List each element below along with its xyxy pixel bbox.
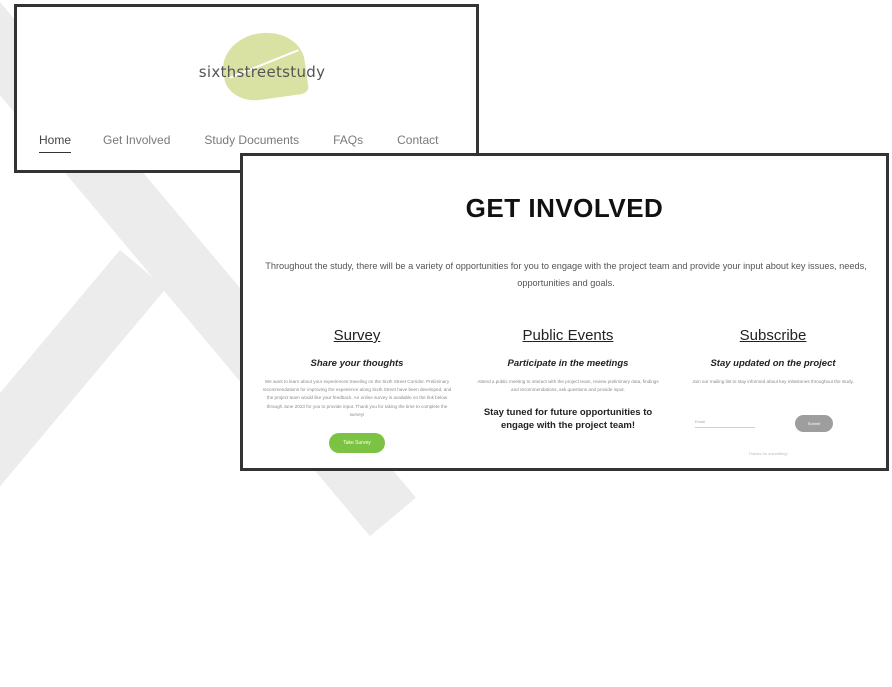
logo-text: sixthstreetstudy xyxy=(198,63,326,81)
get-involved-window: GET INVOLVED Throughout the study, there… xyxy=(240,153,889,471)
subscribe-description: Join our mailing list to stay informed a… xyxy=(692,379,854,384)
public-events-subtitle: Participate in the meetings xyxy=(507,358,629,369)
stay-tuned-message: Stay tuned for future opportunities to e… xyxy=(483,407,653,432)
survey-subtitle: Share your thoughts xyxy=(310,358,404,369)
nav-study-documents[interactable]: Study Documents xyxy=(204,133,299,151)
public-events-column: Public Events Participate in the meeting… xyxy=(468,327,668,432)
survey-column: Survey Share your thoughts We want to le… xyxy=(257,327,457,454)
subscribe-column: Subscribe Stay updated on the project Jo… xyxy=(673,327,873,467)
survey-heading-link[interactable]: Survey xyxy=(257,327,457,344)
submit-button[interactable]: Submit xyxy=(795,415,833,432)
nav-faqs[interactable]: FAQs xyxy=(333,133,363,151)
background-stripe xyxy=(0,250,166,687)
email-input[interactable]: Email xyxy=(695,419,755,428)
public-events-description: Attend a public meeting to interact with… xyxy=(477,379,659,393)
nav-get-involved[interactable]: Get Involved xyxy=(103,133,170,151)
page-title: GET INVOLVED xyxy=(465,193,664,223)
subscribe-heading-link[interactable]: Subscribe xyxy=(673,327,873,344)
submit-confirmation-note: Thanks for submitting! xyxy=(748,451,788,456)
nav-home[interactable]: Home xyxy=(39,133,72,153)
survey-description: We want to learn about your experiences … xyxy=(262,379,452,417)
take-survey-button[interactable]: Take Survey xyxy=(329,433,385,454)
site-header-window: sixthstreetstudy Home Get Involved Study… xyxy=(14,4,479,173)
site-logo[interactable]: sixthstreetstudy xyxy=(187,27,337,105)
main-navigation: Home Get Involved Study Documents FAQs C… xyxy=(39,133,438,153)
nav-contact[interactable]: Contact xyxy=(397,133,438,151)
intro-text: Throughout the study, there will be a va… xyxy=(265,261,867,288)
subscribe-subtitle: Stay updated on the project xyxy=(710,358,836,369)
public-events-heading-link[interactable]: Public Events xyxy=(468,327,668,344)
